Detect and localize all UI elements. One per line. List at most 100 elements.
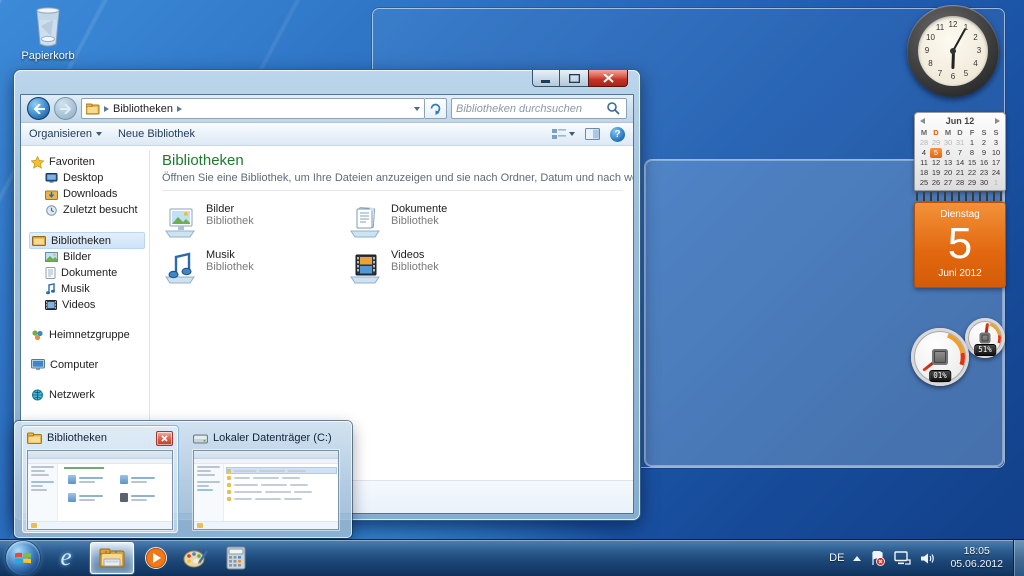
calendar-day-cell[interactable]: 25 bbox=[918, 178, 930, 188]
calendar-day-cell[interactable]: 7 bbox=[954, 148, 966, 158]
calendar-day-page: Dienstag 5 Juni 2012 bbox=[914, 202, 1006, 288]
calendar-grid: MDMDFSS282930311234567891011121314151617… bbox=[918, 128, 1002, 188]
sidebar-item-musik[interactable]: Musik bbox=[29, 281, 149, 297]
sidebar-item-videos[interactable]: Videos bbox=[29, 297, 149, 313]
calendar-day-cell[interactable]: 29 bbox=[930, 138, 942, 148]
calendar-day-cell[interactable]: 10 bbox=[990, 148, 1002, 158]
sidebar-item-netzwerk[interactable]: Netzwerk bbox=[29, 387, 149, 403]
calendar-day-cell[interactable]: 20 bbox=[942, 168, 954, 178]
calendar-day-cell[interactable]: 2 bbox=[978, 138, 990, 148]
sidebar-item-favoriten[interactable]: Favoriten bbox=[29, 154, 149, 170]
library-item-musik[interactable]: MusikBibliothek bbox=[162, 249, 347, 285]
taskbar-internet-explorer[interactable]: e bbox=[46, 540, 86, 576]
sidebar-item-desktop[interactable]: Desktop bbox=[29, 170, 149, 186]
library-folder-icon bbox=[86, 103, 100, 115]
sidebar-item-heimnetzgruppe[interactable]: Heimnetzgruppe bbox=[29, 327, 149, 343]
views-button[interactable] bbox=[552, 128, 575, 140]
search-icon[interactable] bbox=[605, 101, 623, 116]
calendar-day-cell[interactable]: 26 bbox=[930, 178, 942, 188]
clock-numeral: 1 bbox=[958, 23, 974, 32]
desktop: Papierkorb 121234567891011 Jun 12 MDMDFS… bbox=[0, 0, 1024, 576]
back-button[interactable] bbox=[27, 97, 50, 120]
calendar-prev-icon[interactable] bbox=[920, 118, 925, 124]
calendar-day-cell[interactable]: 13 bbox=[942, 158, 954, 168]
preview-pane-icon[interactable] bbox=[585, 128, 600, 140]
organize-menu[interactable]: Organisieren bbox=[29, 128, 102, 140]
breadcrumb-chevron-icon[interactable] bbox=[104, 106, 109, 112]
sidebar-item-zuletzt-besucht[interactable]: Zuletzt besucht bbox=[29, 202, 149, 218]
calendar-day-cell[interactable]: 23 bbox=[978, 168, 990, 178]
breadcrumb-libraries[interactable]: Bibliotheken bbox=[113, 103, 173, 115]
thumbnail-preview[interactable] bbox=[193, 450, 339, 530]
calendar-day-cell[interactable]: 21 bbox=[954, 168, 966, 178]
address-bar[interactable]: Bibliotheken bbox=[81, 98, 425, 119]
calendar-day-cell[interactable]: 28 bbox=[918, 138, 930, 148]
volume-icon[interactable] bbox=[920, 552, 935, 565]
sidebar-item-downloads[interactable]: Downloads bbox=[29, 186, 149, 202]
calendar-day-cell[interactable]: 14 bbox=[954, 158, 966, 168]
sidebar-item-dokumente[interactable]: Dokumente bbox=[29, 265, 149, 281]
calendar-day-cell[interactable]: 30 bbox=[978, 178, 990, 188]
taskbar-windows-explorer[interactable] bbox=[90, 542, 134, 574]
minimize-button[interactable] bbox=[532, 70, 560, 87]
calendar-day-cell[interactable]: 16 bbox=[978, 158, 990, 168]
refresh-button[interactable] bbox=[425, 98, 447, 119]
taskbar-paint[interactable] bbox=[176, 540, 216, 576]
forward-button[interactable] bbox=[54, 97, 77, 120]
new-library-button[interactable]: Neue Bibliothek bbox=[118, 128, 195, 140]
tray-clock[interactable]: 18:05 05.06.2012 bbox=[950, 545, 1003, 571]
calendar-day-cell[interactable]: 8 bbox=[966, 148, 978, 158]
calendar-gadget[interactable]: Jun 12 MDMDFSS28293031123456789101112131… bbox=[914, 112, 1006, 288]
start-button[interactable] bbox=[6, 541, 40, 575]
calendar-next-icon[interactable] bbox=[995, 118, 1000, 124]
calendar-day-cell[interactable]: 12 bbox=[930, 158, 942, 168]
thumbnail-lokaler-datentraeger[interactable]: Lokaler Datenträger (C:) bbox=[188, 426, 344, 533]
sidebar-item-bibliotheken[interactable]: Bibliotheken bbox=[29, 232, 145, 249]
taskbar-calculator[interactable] bbox=[216, 540, 256, 576]
calendar-day-cell[interactable]: 28 bbox=[954, 178, 966, 188]
maximize-button[interactable] bbox=[560, 70, 588, 87]
library-item-dokumente[interactable]: DokumenteBibliothek bbox=[347, 203, 532, 239]
calendar-day-cell[interactable]: 1 bbox=[966, 138, 978, 148]
breadcrumb-chevron-icon[interactable] bbox=[177, 106, 182, 112]
calendar-day-cell[interactable]: 30 bbox=[942, 138, 954, 148]
calendar-day-cell[interactable]: 19 bbox=[930, 168, 942, 178]
taskbar-media-player[interactable] bbox=[136, 540, 176, 576]
recycle-bin[interactable]: Papierkorb bbox=[16, 6, 80, 62]
clock-hub bbox=[950, 48, 956, 54]
calendar-day-cell[interactable]: 29 bbox=[966, 178, 978, 188]
sidebar-item-computer[interactable]: Computer bbox=[29, 357, 149, 373]
clock-numeral: 10 bbox=[922, 33, 938, 42]
library-item-videos[interactable]: VideosBibliothek bbox=[347, 249, 532, 285]
calendar-day-cell[interactable]: 1 bbox=[990, 178, 1002, 188]
show-hidden-icons[interactable] bbox=[853, 552, 861, 561]
calendar-day-cell[interactable]: 31 bbox=[954, 138, 966, 148]
calendar-day-cell[interactable]: 9 bbox=[978, 148, 990, 158]
calendar-day-cell[interactable]: 3 bbox=[990, 138, 1002, 148]
calendar-day-cell[interactable]: 18 bbox=[918, 168, 930, 178]
close-button[interactable] bbox=[588, 70, 628, 87]
action-center-icon[interactable] bbox=[870, 551, 885, 566]
calendar-day-cell[interactable]: 24 bbox=[990, 168, 1002, 178]
thumbnail-preview[interactable] bbox=[27, 450, 173, 530]
help-button[interactable]: ? bbox=[610, 127, 625, 142]
calendar-today-cell[interactable]: 5 bbox=[930, 148, 942, 158]
show-desktop-button[interactable] bbox=[1013, 540, 1024, 576]
thumbnail-bibliotheken[interactable]: Bibliotheken bbox=[22, 426, 178, 533]
calendar-day-cell[interactable]: 17 bbox=[990, 158, 1002, 168]
search-input[interactable] bbox=[452, 103, 605, 115]
calendar-day-cell[interactable]: 15 bbox=[966, 158, 978, 168]
language-indicator[interactable]: DE bbox=[829, 552, 844, 564]
calendar-day-cell[interactable]: 11 bbox=[918, 158, 930, 168]
clock-gadget[interactable]: 121234567891011 bbox=[907, 5, 999, 97]
calendar-day-cell[interactable]: 27 bbox=[942, 178, 954, 188]
library-item-bilder[interactable]: BilderBibliothek bbox=[162, 203, 347, 239]
address-dropdown-icon[interactable] bbox=[414, 107, 420, 111]
calendar-day-cell[interactable]: 4 bbox=[918, 148, 930, 158]
cpu-meter-gadget[interactable]: 51% 01% bbox=[905, 312, 1010, 398]
network-status-icon[interactable] bbox=[894, 551, 911, 565]
calendar-day-cell[interactable]: 22 bbox=[966, 168, 978, 178]
sidebar-item-bilder[interactable]: Bilder bbox=[29, 249, 149, 265]
thumbnail-close-button[interactable] bbox=[156, 431, 173, 446]
calendar-day-cell[interactable]: 6 bbox=[942, 148, 954, 158]
